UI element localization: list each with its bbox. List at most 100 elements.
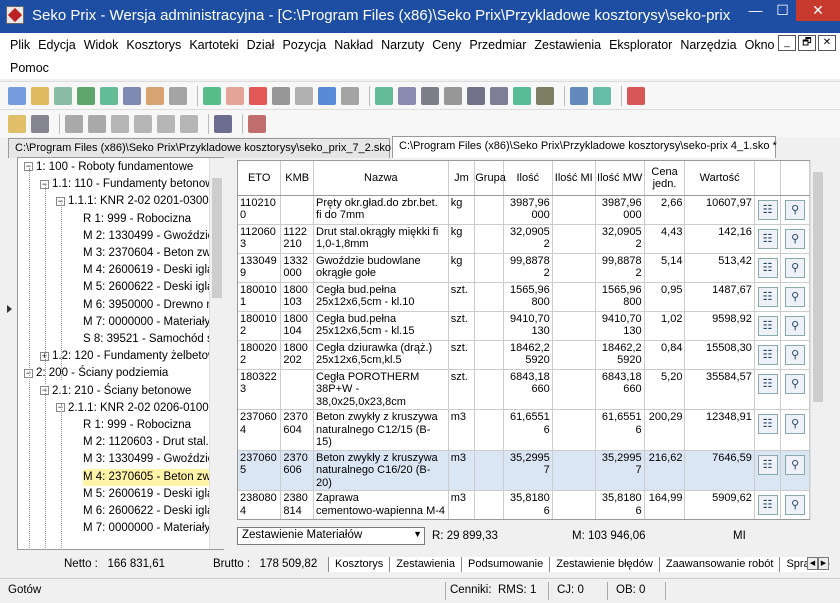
binoculars-icon[interactable]: ⚲ xyxy=(785,414,806,434)
cell-eto[interactable]: 180010 2 xyxy=(238,311,282,341)
menu-item-8[interactable]: Narzuty xyxy=(381,38,424,52)
cell-warto[interactable]: 9598,92 xyxy=(684,311,755,341)
app-icon[interactable] xyxy=(6,6,24,24)
menu-item-5[interactable]: Dział xyxy=(247,38,275,52)
cut-icon[interactable] xyxy=(111,114,129,133)
cell-ilomw[interactable]: 9410,70 130 xyxy=(595,311,645,341)
new-icon[interactable] xyxy=(8,86,26,105)
cell-ilomi[interactable] xyxy=(552,409,596,451)
cell-grupa[interactable] xyxy=(474,409,504,451)
tab-view-3[interactable]: Zestawienie błędów xyxy=(549,557,660,572)
cell-jm[interactable]: kg xyxy=(448,253,476,283)
search-icon[interactable] xyxy=(146,86,164,105)
mdi-minimize-button[interactable]: _ xyxy=(778,35,796,51)
cell-warto[interactable]: 1487,67 xyxy=(684,282,755,312)
binoculars-icon[interactable]: ⚲ xyxy=(785,373,806,394)
cell-eto[interactable]: 238080 4 xyxy=(238,490,282,519)
cell-ilo[interactable]: 9410,70 130 xyxy=(503,311,553,341)
cell-grupa[interactable] xyxy=(474,490,504,519)
cell-ilomw[interactable]: 32,0905 2 xyxy=(595,224,645,254)
cell-nazwa[interactable]: Gwoździe budowlane okrągłe gołe xyxy=(313,253,449,283)
cell-ilomw[interactable]: 3987,96 000 xyxy=(595,195,645,225)
cell-grupa[interactable] xyxy=(474,224,504,254)
details-icon[interactable]: ☷ xyxy=(757,228,778,249)
delete-icon[interactable] xyxy=(249,86,267,105)
binoculars-icon[interactable]: ⚲ xyxy=(785,286,806,307)
tab-view-2[interactable]: Podsumowanie xyxy=(461,557,551,572)
cell-eto[interactable]: 112060 3 xyxy=(238,224,282,254)
cell-warto[interactable]: 5909,62 xyxy=(684,490,755,519)
cell-nazwa[interactable]: Cegła bud.pełna 25x12x6,5cm - kl.10 xyxy=(313,282,449,312)
tree-node[interactable]: M 3: 1330499 - Gwoździe xyxy=(83,451,214,468)
cell-ilomi[interactable] xyxy=(552,253,596,283)
cell-ilo[interactable]: 6843,18 660 xyxy=(503,369,553,410)
cell-warto[interactable]: 15508,30 xyxy=(684,340,755,370)
cell-jm[interactable]: szt. xyxy=(448,340,476,370)
cell-cenajedn[interactable]: 4,43 xyxy=(644,224,686,254)
binoculars-icon[interactable]: ⚲ xyxy=(785,257,806,278)
binoculars-icon[interactable]: ⚲ xyxy=(785,454,806,475)
cell-warto[interactable]: 35584,57 xyxy=(684,369,755,410)
cell-kmb[interactable]: 1332 000 xyxy=(280,253,315,283)
tree-node[interactable]: M 4: 2600619 - Deski iglas xyxy=(83,262,219,279)
print-icon[interactable] xyxy=(169,86,187,105)
tree-node[interactable]: −1.1.1: KNR 2-02 0201-0300 - I xyxy=(56,193,222,210)
table-row[interactable]: 237060 5 2370 606 Beton zwykły z kruszywa … xyxy=(238,450,810,491)
grid2-icon[interactable] xyxy=(490,86,508,105)
cell-eto[interactable]: 237060 5 xyxy=(238,450,282,491)
table-row[interactable]: 180010 1 1800 103 Cegła bud.pełna 25x12x6,… xyxy=(238,282,810,312)
menu-item-2[interactable]: Widok xyxy=(84,38,119,52)
book-icon[interactable] xyxy=(375,86,393,105)
cell-jm[interactable]: kg xyxy=(448,195,476,225)
column-header[interactable]: Ilość MI xyxy=(552,161,596,196)
menu-item-0[interactable]: Plik xyxy=(10,38,30,52)
table-row[interactable]: 238080 4 2380 814 Zaprawa cementowo-wapien… xyxy=(238,490,810,519)
edit-icon[interactable] xyxy=(54,86,72,105)
column-header[interactable]: KMB xyxy=(280,161,315,196)
cell-cenajedn[interactable]: 1,02 xyxy=(644,311,686,341)
column-header[interactable]: Nazwa xyxy=(313,161,449,196)
cell-ilomi[interactable] xyxy=(552,450,596,491)
cell-cenajedn[interactable]: 5,14 xyxy=(644,253,686,283)
tree-node[interactable]: M 6: 2600622 - Deski iglas xyxy=(83,503,219,520)
maximize-button[interactable]: ☐ xyxy=(769,0,796,21)
chevron-down-icon[interactable]: ▼ xyxy=(413,529,422,539)
cell-nazwa[interactable]: Beton zwykły z kruszywa naturalnego C12/… xyxy=(313,409,449,451)
table-row[interactable]: 133049 9 1332 000 Gwoździe budowlane okrąg… xyxy=(238,253,810,283)
cell-ilo[interactable]: 18462,2 5920 xyxy=(503,340,553,370)
tree-node[interactable]: M 2: 1330499 - Gwoździe xyxy=(83,228,214,245)
menu-item-9[interactable]: Ceny xyxy=(432,38,461,52)
globe-icon[interactable] xyxy=(77,86,95,105)
cell-grupa[interactable] xyxy=(474,369,504,410)
vat-icon[interactable] xyxy=(31,114,49,133)
table-row[interactable]: 112060 3 1122 210 Drut stal.okrągły miękki… xyxy=(238,224,810,254)
cell-nazwa[interactable]: Pręty okr.gład.do zbr.bet. fi do 7mm xyxy=(313,195,449,225)
splitter-handle[interactable] xyxy=(6,300,14,318)
cell-eto[interactable]: 133049 9 xyxy=(238,253,282,283)
tab-scroll-left-icon[interactable]: ◀ xyxy=(807,557,818,570)
cell-grupa[interactable] xyxy=(474,450,504,491)
tab-view-1[interactable]: Zestawienia xyxy=(389,557,462,572)
column-header[interactable]: Ilość xyxy=(503,161,553,196)
cell-cenajedn[interactable]: 0,95 xyxy=(644,282,686,312)
calc-icon[interactable] xyxy=(444,86,462,105)
tree-node[interactable]: M 7: 0000000 - Materiały p xyxy=(83,520,220,537)
table-row[interactable]: 110210 0 Pręty okr.gład.do zbr.bet. fi do… xyxy=(238,195,810,225)
column-header[interactable]: Wartość xyxy=(684,161,755,196)
cell-ilomw[interactable]: 35,2995 7 xyxy=(595,450,645,491)
cell-cenajedn[interactable]: 164,99 xyxy=(644,490,686,519)
cell-ilomw[interactable]: 99,8878 2 xyxy=(595,253,645,283)
undo-icon[interactable] xyxy=(318,86,336,105)
doc-icon[interactable] xyxy=(536,86,554,105)
details-icon[interactable]: ☷ xyxy=(757,454,778,475)
cell-eto[interactable]: 110210 0 xyxy=(238,195,282,225)
details-icon[interactable]: ☷ xyxy=(757,495,778,515)
tab-view-4[interactable]: Zaawansowanie robót xyxy=(658,557,781,572)
cell-kmb[interactable]: 2370 606 xyxy=(280,450,315,491)
cell-ilomi[interactable] xyxy=(552,282,596,312)
paste-icon[interactable] xyxy=(157,114,175,133)
cell-ilomi[interactable] xyxy=(552,195,596,225)
cell-warto[interactable]: 10607,97 xyxy=(684,195,755,225)
menu-item-13[interactable]: Narzędzia xyxy=(680,38,736,52)
table-row[interactable]: 180020 2 1800 202 Cegła dziurawka (drąż.) … xyxy=(238,340,810,370)
